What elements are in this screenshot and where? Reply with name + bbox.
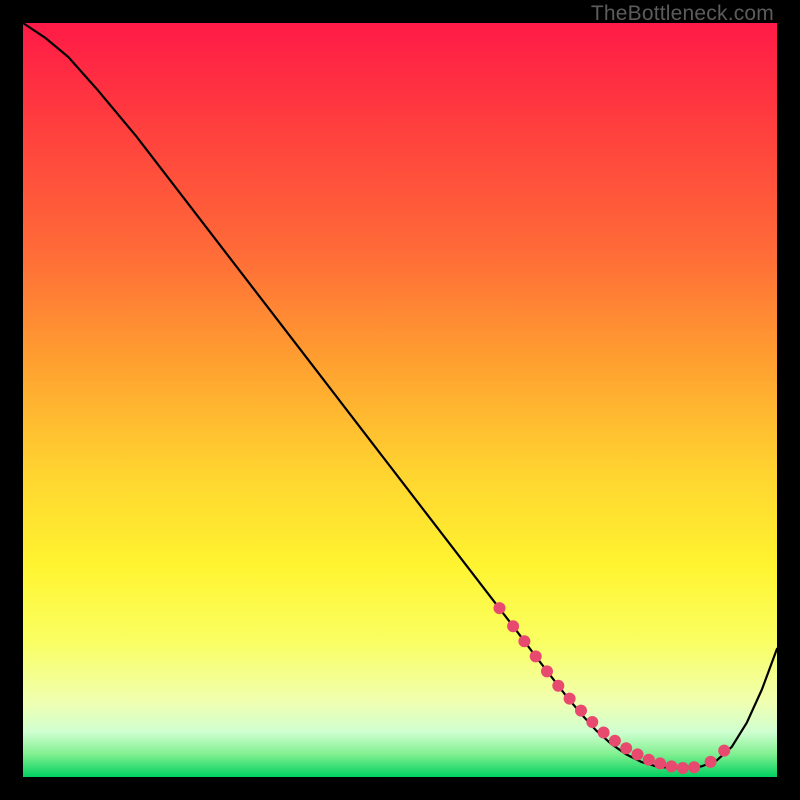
curve-marker: [609, 735, 621, 747]
curve-marker: [665, 760, 677, 772]
curve-marker: [677, 762, 689, 774]
curve-marker: [598, 727, 610, 739]
curve-marker: [494, 602, 506, 614]
curve-marker: [518, 635, 530, 647]
curve-marker: [507, 620, 519, 632]
curve-marker: [688, 761, 700, 773]
curve-marker: [541, 665, 553, 677]
curve-marker: [654, 757, 666, 769]
chart-frame: TheBottleneck.com: [0, 0, 800, 800]
curve-marker: [586, 716, 598, 728]
curve-marker: [620, 742, 632, 754]
curve-marker: [718, 745, 730, 757]
curve-marker: [530, 650, 542, 662]
curve-marker: [575, 705, 587, 717]
chart-svg: [23, 23, 777, 777]
curve-marker: [552, 680, 564, 692]
curve-marker: [632, 748, 644, 760]
curve-marker: [705, 756, 717, 768]
bottleneck-curve: [23, 23, 777, 768]
curve-marker: [564, 693, 576, 705]
curve-markers: [494, 602, 731, 774]
curve-marker: [643, 754, 655, 766]
chart-plot-area: [23, 23, 777, 777]
watermark-text: TheBottleneck.com: [591, 2, 774, 26]
